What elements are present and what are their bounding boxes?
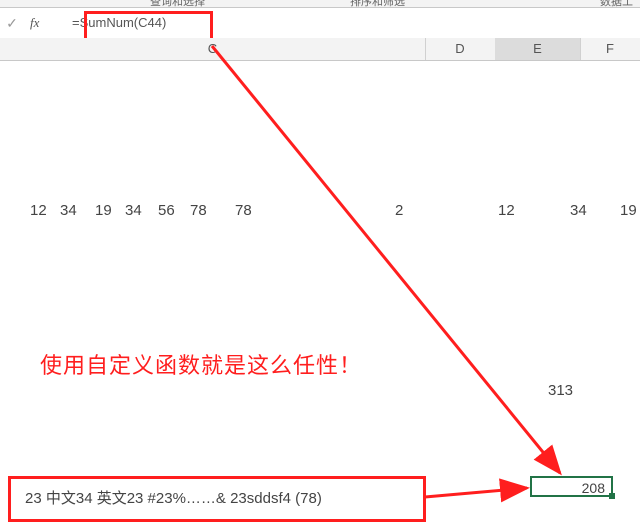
column-header-e[interactable]: E [495, 38, 581, 60]
annotation-caption: 使用自定义函数就是这么任性！ [40, 348, 362, 380]
fill-handle[interactable] [609, 493, 615, 499]
fx-label[interactable]: fx [24, 15, 64, 31]
cell-num-7: 78 [235, 202, 252, 219]
selected-cell-result[interactable]: 208 [530, 476, 613, 497]
column-header-f[interactable]: F [580, 38, 640, 60]
formula-input[interactable]: =SumNum(C44) [64, 13, 640, 33]
cell-num-3: 19 [95, 202, 112, 219]
formula-bar: ✓ fx =SumNum(C44) [0, 8, 640, 39]
cell-num-4: 34 [125, 202, 142, 219]
cell-value-208: 208 [582, 480, 605, 496]
cell-value-313: 313 [548, 382, 573, 399]
cell-num-9: 12 [498, 202, 515, 219]
spreadsheet-grid[interactable]: 12 34 19 34 56 78 78 2 12 34 19 使用自定义函数就… [0, 60, 640, 524]
cell-num-8: 2 [395, 202, 403, 219]
cell-num-2: 34 [60, 202, 77, 219]
cell-num-10: 34 [570, 202, 587, 219]
cell-num-1: 12 [30, 202, 47, 219]
cell-num-6: 78 [190, 202, 207, 219]
cell-text-mixed: 23 中文34 英文23 #23%……& 23sddsf4 (78) [25, 487, 322, 508]
column-header-c[interactable]: C [0, 38, 426, 60]
formula-confirm-icon[interactable]: ✓ [0, 8, 24, 38]
column-headers: C D E F [0, 38, 640, 61]
cell-num-11: 19 [620, 202, 637, 219]
cell-num-5: 56 [158, 202, 175, 219]
ribbon-strip: 查询和选择 排序和筛选 数据工 [0, 0, 640, 8]
column-header-d[interactable]: D [425, 38, 496, 60]
